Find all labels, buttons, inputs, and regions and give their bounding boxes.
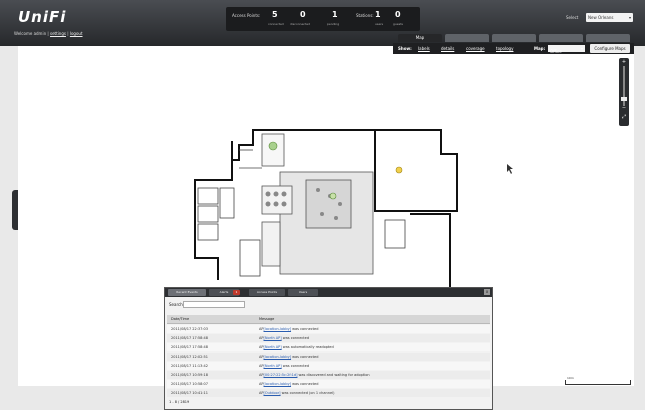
event-text: was connected	[291, 354, 319, 359]
ap-disconnected-label: disconnected	[290, 22, 311, 26]
tab-recent-events[interactable]: Recent Events	[168, 289, 206, 296]
tab-3[interactable]	[492, 34, 536, 42]
show-labels-link[interactable]: labels	[418, 46, 430, 51]
event-time: 2011/08/17 17:58:48	[171, 345, 209, 350]
event-time: 2011/08/17 10:59:18	[171, 373, 209, 377]
event-message: AP[00:27:22:5c:2f:1d] was discovered and…	[259, 373, 370, 377]
show-topology-link[interactable]: topology	[496, 46, 513, 51]
ap-disconnected-count: 0	[300, 10, 306, 19]
event-message: AP[North AP] was connected	[259, 364, 309, 368]
table-row[interactable]: 2011/08/17 10:58:07 AP[location-lobby] wa…	[167, 380, 490, 389]
table-row[interactable]: 2011/08/17 11:13:42 AP[North AP] was conn…	[167, 361, 490, 370]
alerts-count-badge: 1	[233, 290, 240, 295]
close-icon[interactable]: x	[484, 289, 490, 295]
event-message: AP[Outdoor] was connected (on 1 channel)	[259, 391, 334, 395]
event-time: 2011/08/17 17:58:48	[171, 336, 209, 341]
map-toolbar: Show: labels details coverage topology M…	[393, 43, 634, 54]
device-link[interactable]: [North AP]	[264, 345, 282, 349]
event-time: 2011/08/17 10:41:11	[171, 391, 209, 396]
chevron-down-icon: ▾	[628, 15, 631, 20]
log-search-row: Search	[169, 301, 489, 310]
event-message: AP[location-lobby] was connected	[259, 355, 318, 359]
event-text: was discovered and waiting for adoption	[297, 373, 370, 377]
event-message: AP[location-lobby] was connected	[259, 327, 318, 331]
logout-link[interactable]: logout	[70, 31, 83, 36]
settings-link[interactable]: settings	[50, 31, 66, 36]
tab-users[interactable]: Users	[288, 289, 318, 296]
stations-label: Stations:	[356, 13, 374, 18]
stations-guests-label: guests	[393, 22, 403, 26]
search-input[interactable]	[183, 301, 245, 308]
ap-connected-label: connected	[268, 22, 284, 26]
table-row[interactable]: 2011/08/17 22:37:03 AP[location-lobby] wa…	[167, 325, 490, 333]
map-scale-bar	[565, 380, 631, 385]
device-link[interactable]: [North AP]	[264, 364, 282, 368]
log-table-header: Date/Time Message	[167, 315, 490, 324]
zoom-in-button[interactable]: +	[619, 59, 629, 65]
tab-2[interactable]	[445, 34, 489, 42]
event-text: was connected	[281, 363, 310, 368]
event-text: was connected	[291, 327, 319, 331]
map-select[interactable]: Office ▾	[548, 45, 585, 54]
fullscreen-icon[interactable]: ⤢	[619, 112, 629, 122]
event-text: was automatically readopted	[281, 345, 334, 350]
table-row[interactable]: 2011/08/17 10:41:11 AP[Outdoor] was conne…	[167, 389, 490, 398]
ap-connected-count: 5	[272, 10, 278, 19]
device-link[interactable]: [North AP]	[264, 336, 282, 340]
table-row[interactable]: 2011/08/17 17:58:48 AP[North AP] was conn…	[167, 334, 490, 343]
event-text: was connected (on 1 channel)	[280, 391, 335, 396]
tab-access-points[interactable]: Access Points	[249, 289, 285, 296]
event-time: 2011/08/17 10:58:07	[171, 382, 209, 387]
event-message: AP[North AP] was connected	[259, 336, 309, 340]
welcome-text: Welcome admin | settings | logout	[14, 31, 83, 36]
ap-pending-label: pending	[327, 22, 340, 26]
log-pagination: 1 - 8 / 2819	[169, 400, 190, 404]
show-label: Show:	[398, 46, 412, 51]
event-message: AP[location-lobby] was connected	[259, 382, 318, 386]
column-header-datetime[interactable]: Date/Time	[171, 317, 189, 321]
show-coverage-link[interactable]: coverage	[466, 46, 485, 51]
app-logo: UniFi	[18, 8, 67, 26]
device-link[interactable]: [location-lobby]	[264, 355, 292, 359]
table-row[interactable]: 2011/08/17 12:02:51 AP[location-lobby] wa…	[167, 352, 490, 361]
site-select-value: New Orleans	[588, 15, 614, 20]
top-header-bar: UniFi Welcome admin | settings | logout …	[0, 0, 645, 46]
stations-users-count: 1	[375, 10, 381, 19]
event-time: 2011/08/17 11:13:42	[171, 363, 209, 368]
stations-guests-count: 0	[395, 10, 401, 19]
device-link[interactable]: [location-lobby]	[264, 382, 292, 386]
map-select-value: Office	[550, 49, 562, 54]
zoom-out-button[interactable]: −	[619, 105, 629, 111]
stations-users-label: users	[375, 22, 384, 26]
event-time: 2011/08/17 12:02:51	[171, 354, 209, 359]
device-link[interactable]: [Outdoor]	[264, 391, 281, 395]
map-label: Map:	[534, 46, 546, 51]
table-row[interactable]: 2011/08/17 17:58:48 AP[North AP] was auto…	[167, 343, 490, 352]
tab-map[interactable]: Map	[398, 34, 442, 42]
event-text: was connected	[281, 336, 310, 341]
event-text: was connected	[291, 382, 319, 387]
site-select-label: Select	[566, 15, 579, 20]
access-points-label: Access Points:	[232, 13, 261, 18]
tab-5[interactable]	[586, 34, 630, 42]
event-log-panel: Recent Events Alerts 1 Access Points Use…	[164, 287, 493, 410]
show-details-link[interactable]: details	[441, 46, 454, 51]
log-tabs: Recent Events Alerts 1 Access Points Use…	[165, 288, 492, 297]
configure-maps-button[interactable]: Configure Maps	[590, 44, 630, 53]
event-time: 2011/08/17 22:37:03	[171, 327, 209, 331]
welcome-label: Welcome admin |	[14, 31, 49, 36]
chevron-down-icon: ▾	[580, 46, 583, 51]
column-header-message[interactable]: Message	[259, 317, 274, 321]
search-label: Search	[169, 302, 183, 307]
device-link[interactable]: [00:27:22:5c:2f:1d]	[264, 373, 298, 377]
ap-pending-count: 1	[332, 10, 338, 19]
side-panel-handle[interactable]	[12, 190, 18, 230]
site-select[interactable]: New Orleans ▾	[586, 13, 633, 22]
status-summary: Access Points: 5 connected 0 disconnecte…	[226, 7, 420, 31]
tab-4[interactable]	[539, 34, 583, 42]
device-link[interactable]: [location-lobby]	[264, 327, 292, 331]
table-row[interactable]: 2011/08/17 10:59:18 AP[00:27:22:5c:2f:1d]…	[167, 371, 490, 379]
event-message: AP[North AP] was automatically readopted	[259, 345, 334, 349]
zoom-handle[interactable]	[621, 96, 627, 101]
